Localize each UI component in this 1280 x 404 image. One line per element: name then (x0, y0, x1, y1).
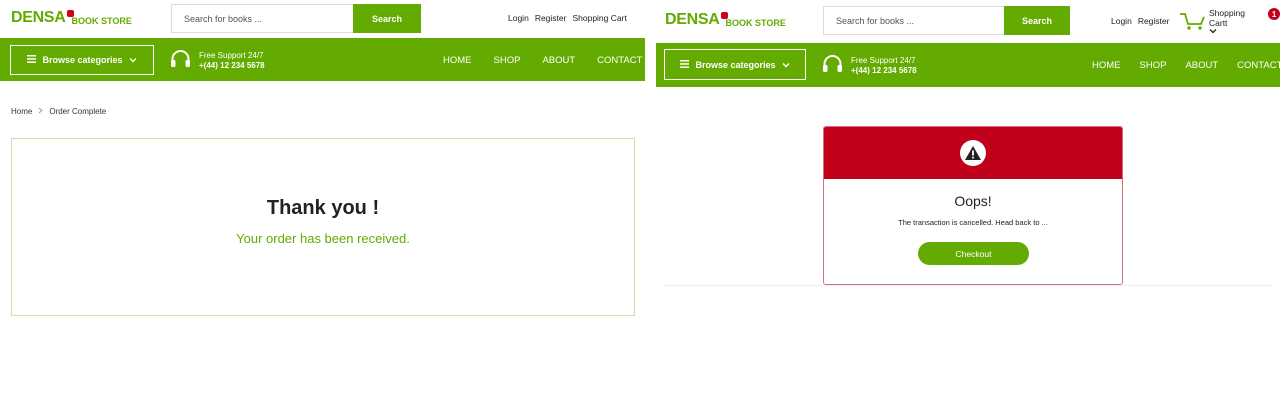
logo-subtext: BOOK STORE (71, 16, 132, 26)
confirmation-title: Thank you ! (266, 197, 380, 219)
nav-shop[interactable]: SHOP (494, 55, 521, 66)
support-info: Free Support 24/7 +(44) 12 234 5678 (170, 49, 265, 73)
register-link[interactable]: Register (535, 13, 567, 23)
account-links: Login Register Shopping Cart (508, 13, 627, 23)
browse-categories-button[interactable]: Browse categories (664, 49, 806, 80)
breadcrumb-current: Order Complete (49, 107, 107, 116)
breadcrumb-home[interactable]: Home (11, 107, 32, 116)
logo-subtext: BOOK STORE (725, 18, 786, 28)
order-complete-page: DENSA BOOK STORE Search Login Register S… (0, 0, 645, 404)
support-phone[interactable]: +(44) 12 234 5678 (851, 66, 917, 76)
chevron-down-icon (782, 60, 790, 70)
shopping-cart-link[interactable]: Shopping Cart (572, 13, 626, 23)
logo-badge (720, 12, 728, 19)
error-message: The transaction is cancelled. Head back … (898, 218, 1048, 227)
search-form: Search (823, 6, 1070, 35)
shopping-cart-icon (1179, 11, 1206, 36)
support-info: Free Support 24/7 +(44) 12 234 5678 (822, 54, 917, 78)
account-links: Login Register (1111, 16, 1169, 26)
support-title: Free Support 24/7 (199, 51, 264, 60)
error-card-header (824, 127, 1122, 179)
search-button[interactable]: Search (353, 4, 421, 33)
shopping-cart[interactable]: Shopping Cartt 1 (1179, 8, 1280, 36)
site-logo[interactable]: DENSA BOOK STORE (665, 11, 786, 29)
nav-about[interactable]: ABOUT (542, 55, 575, 66)
search-input[interactable] (171, 4, 353, 33)
cart-text: Shopping Cartt (1209, 8, 1265, 36)
nav-contact[interactable]: CONTACT (1237, 60, 1280, 71)
content-divider (664, 285, 1272, 286)
logo-badge (66, 10, 74, 17)
warning-icon (960, 140, 986, 166)
hamburger-icon (680, 59, 690, 70)
register-link[interactable]: Register (1138, 16, 1170, 26)
logo-text: DENSA (11, 9, 66, 26)
nav-contact[interactable]: CONTACT (597, 55, 642, 66)
search-form: Search (171, 4, 421, 33)
main-navbar: Browse categories Free Support 24/7 +(44… (656, 43, 1280, 87)
main-navbar: Browse categories Free Support 24/7 +(44… (0, 38, 645, 81)
chevron-down-icon (1209, 28, 1265, 36)
logo-text: DENSA (665, 11, 720, 28)
support-text: Free Support 24/7 +(44) 12 234 5678 (851, 56, 917, 76)
panel-gap (645, 0, 656, 404)
cart-label: Shopping Cartt (1209, 8, 1245, 28)
support-phone[interactable]: +(44) 12 234 5678 (199, 61, 265, 71)
checkout-button[interactable]: Checkout (918, 242, 1029, 265)
login-link[interactable]: Login (1111, 16, 1132, 26)
browse-categories-label: Browse categories (695, 59, 776, 70)
browse-categories-label: Browse categories (42, 55, 123, 65)
nav-menu: HOME SHOP ABOUT CONTACT (1092, 60, 1280, 71)
top-header: DENSA BOOK STORE Search Login Register S… (656, 0, 1280, 42)
chevron-right-icon (38, 107, 44, 116)
error-title: Oops! (954, 193, 992, 209)
transaction-cancelled-page: DENSA BOOK STORE Search Login Register S… (656, 0, 1280, 404)
hamburger-icon (27, 55, 37, 65)
nav-about[interactable]: ABOUT (1185, 60, 1218, 71)
nav-home[interactable]: HOME (443, 55, 472, 66)
top-header: DENSA BOOK STORE Search Login Register S… (0, 0, 645, 38)
site-logo[interactable]: DENSA BOOK STORE (11, 9, 132, 27)
nav-menu: HOME SHOP ABOUT CONTACT (443, 55, 642, 66)
support-title: Free Support 24/7 (851, 56, 916, 65)
browse-categories-button[interactable]: Browse categories (10, 45, 154, 75)
order-confirmation-box: Thank you ! Your order has been received… (11, 138, 635, 316)
search-button[interactable]: Search (1004, 6, 1070, 35)
breadcrumb: Home Order Complete (11, 107, 106, 116)
nav-home[interactable]: HOME (1092, 60, 1121, 71)
headphones-icon (170, 49, 191, 73)
confirmation-subtitle: Your order has been received. (236, 231, 410, 246)
transaction-error-card: Oops! The transaction is cancelled. Head… (823, 126, 1123, 285)
cart-count-badge: 1 (1268, 8, 1280, 20)
search-input[interactable] (823, 6, 1004, 35)
nav-shop[interactable]: SHOP (1140, 60, 1167, 71)
headphones-icon (822, 54, 843, 78)
chevron-down-icon (129, 55, 137, 65)
support-text: Free Support 24/7 +(44) 12 234 5678 (199, 51, 265, 71)
login-link[interactable]: Login (508, 13, 529, 23)
